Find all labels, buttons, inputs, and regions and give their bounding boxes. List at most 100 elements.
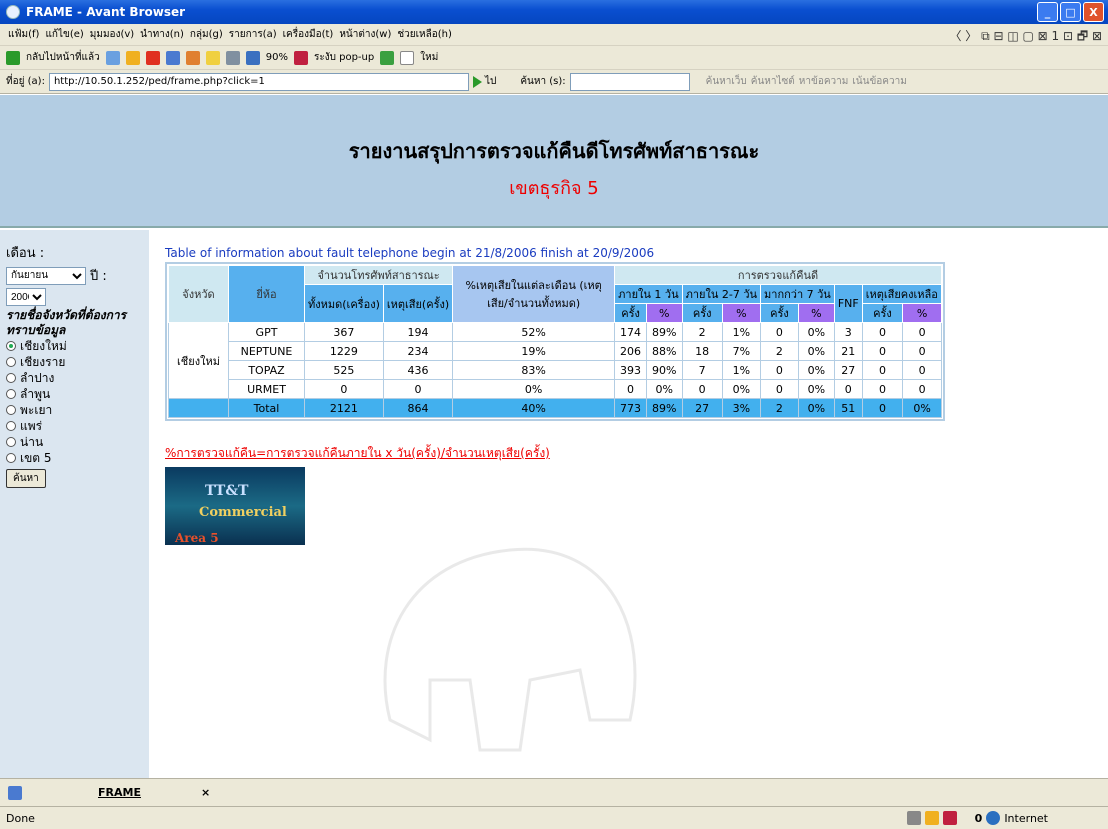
table-cell: 0% [452, 379, 616, 399]
table-cell: 0% [797, 322, 835, 342]
rss-icon[interactable] [380, 50, 395, 65]
year-select[interactable]: 2006 [6, 288, 46, 306]
table-cell: 7% [721, 341, 762, 361]
search-label: ค้นหา (s): [520, 76, 566, 87]
maximize-button[interactable]: □ [1060, 2, 1081, 22]
menu-help[interactable]: ช่วยเหลือ(h) [397, 27, 452, 42]
new-page-icon[interactable] [400, 50, 415, 65]
total-cell: 773 [614, 398, 647, 418]
tab-close-icon[interactable]: × [201, 786, 210, 799]
province-radio[interactable]: เชียงราย [6, 354, 143, 370]
table-cell: 0% [797, 341, 835, 361]
sub-percent: % [797, 303, 835, 323]
table-title: Table of information about fault telepho… [165, 246, 655, 260]
radio-circle-icon[interactable] [6, 357, 16, 367]
highlight-button[interactable]: เน้นข้อความ [852, 74, 906, 89]
col-within-2-7-days: ภายใน 2-7 วัน [681, 284, 762, 304]
province-radio[interactable]: ลำพูน [6, 386, 143, 402]
table-cell: GPT [228, 322, 305, 342]
menu-file[interactable]: แฟ้ม(f) [8, 27, 39, 42]
minimize-button[interactable]: _ [1037, 2, 1058, 22]
forward-arrow-icon[interactable] [105, 50, 120, 65]
back-arrow-icon[interactable] [6, 50, 20, 65]
search-button[interactable]: ค้นหา [6, 469, 46, 488]
province-radio[interactable]: พะเยา [6, 402, 143, 418]
menu-group[interactable]: กลุ่ม(g) [190, 27, 223, 42]
refresh-icon[interactable] [165, 50, 180, 65]
col-province: จังหวัด [168, 265, 229, 323]
sub-times: ครั้ง [861, 303, 904, 323]
menu-favorites[interactable]: รายการ(a) [229, 27, 277, 42]
table-cell: 0 [304, 379, 384, 399]
table-cell: 0 [861, 379, 904, 399]
popup-blocker-icon[interactable] [293, 50, 308, 65]
main-content: Table of information about fault telepho… [155, 230, 1108, 778]
status-bar: Done 0 Internet [0, 806, 1108, 829]
popup-blocker-button[interactable]: ระงับ pop-up [314, 50, 374, 65]
page-header: รายงานสรุปการตรวจแก้คืนดีโทรศัพท์สาธารณะ… [0, 95, 1108, 228]
menu-navigate[interactable]: นำทาง(n) [140, 27, 184, 42]
radio-circle-icon[interactable] [6, 389, 16, 399]
sub-times: ครั้ง [681, 303, 723, 323]
province-radio[interactable]: เชียงใหม่ [6, 338, 143, 354]
menu-tools[interactable]: เครื่องมือ(t) [283, 27, 334, 42]
status-text: Done [6, 811, 35, 825]
province-radio-list: เชียงใหม่ เชียงราย ลำปาง ลำพูน พะเยา แพร่ น่าน… [6, 338, 143, 466]
stop-icon[interactable] [145, 50, 160, 65]
province-label: ลำปาง [20, 371, 55, 385]
province-label: เขต 5 [20, 451, 52, 465]
province-radio[interactable]: แพร่ [6, 418, 143, 434]
find-text-button[interactable]: หาข้อความ [799, 74, 849, 89]
view-icon[interactable] [245, 50, 260, 65]
radio-circle-icon[interactable] [6, 453, 16, 463]
site-search-button[interactable]: ค้นหาไซต์ [751, 74, 795, 89]
print-icon[interactable] [225, 50, 240, 65]
table-row: URMET 0 0 0% 0 0% 0 0% 0 0% 0 0 0 [169, 379, 942, 399]
province-radio[interactable]: ลำปาง [6, 370, 143, 386]
window-layout-icons[interactable]: 〈 〉 ⧉ ⊟ ◫ ▢ ⊠ 1 ⊡ 🗗 ⊠ [949, 27, 1102, 48]
go-arrow-icon [472, 75, 482, 88]
radio-circle-icon[interactable] [6, 437, 16, 447]
total-spacer [168, 398, 229, 418]
web-search-button[interactable]: ค้นหาเว็บ [706, 74, 747, 89]
radio-circle-icon[interactable] [6, 373, 16, 383]
tab-frame[interactable]: FRAME [98, 786, 141, 799]
table-cell: 174 [614, 322, 647, 342]
up-arrow-icon[interactable] [125, 50, 140, 65]
table-cell: 1% [721, 322, 762, 342]
province-hint: รายชื่อจังหวัดที่ต้องการทราบข้อมูล [6, 308, 127, 337]
new-button[interactable]: ใหม่ [420, 50, 438, 65]
total-cell: 864 [382, 398, 454, 418]
table-cell: 194 [382, 322, 454, 342]
favorites-star-icon[interactable] [205, 50, 220, 65]
go-button[interactable]: ไป [472, 74, 496, 89]
menu-edit[interactable]: แก้ไข(e) [45, 27, 83, 42]
popup-status-icon [942, 811, 957, 825]
province-radio[interactable]: น่าน [6, 434, 143, 450]
radio-circle-icon[interactable] [6, 421, 16, 431]
table-cell: 7 [681, 360, 723, 380]
sub-percent: % [645, 303, 683, 323]
menu-view[interactable]: มุมมอง(v) [90, 27, 134, 42]
back-button[interactable]: กลับไปหน้าที่แล้ว [26, 50, 100, 65]
commercial-area-logo: TT&T Commercial Area 5 [165, 467, 305, 545]
sidebar: เดือน : กันยายน ปี : 2006 รายชื่อจังหวัด… [0, 230, 152, 778]
month-select[interactable]: กันยายน [6, 266, 86, 285]
address-input[interactable]: http://10.50.1.252/ped/frame.php?click=1 [48, 72, 469, 91]
fault-table-wrapper: จังหวัด ยี่ห้อ จำนวนโทรศัพท์สาธารณะ %เหต… [165, 262, 945, 421]
zoom-level[interactable]: 90% [266, 52, 288, 63]
table-cell: 0 [902, 379, 942, 399]
province-radio[interactable]: เขต 5 [6, 450, 143, 466]
table-cell: 0 [861, 341, 904, 361]
table-cell: 0 [760, 322, 799, 342]
search-input[interactable] [569, 72, 690, 91]
table-cell: 0 [902, 322, 942, 342]
menu-window[interactable]: หน้าต่าง(w) [339, 27, 391, 42]
radio-circle-icon[interactable] [6, 405, 16, 415]
sub-times: ครั้ง [760, 303, 799, 323]
globe-icon [986, 811, 1001, 825]
radio-circle-icon[interactable] [6, 341, 16, 351]
table-cell: 0 [760, 360, 799, 380]
home-icon[interactable] [185, 50, 200, 65]
close-button[interactable]: X [1083, 2, 1104, 22]
